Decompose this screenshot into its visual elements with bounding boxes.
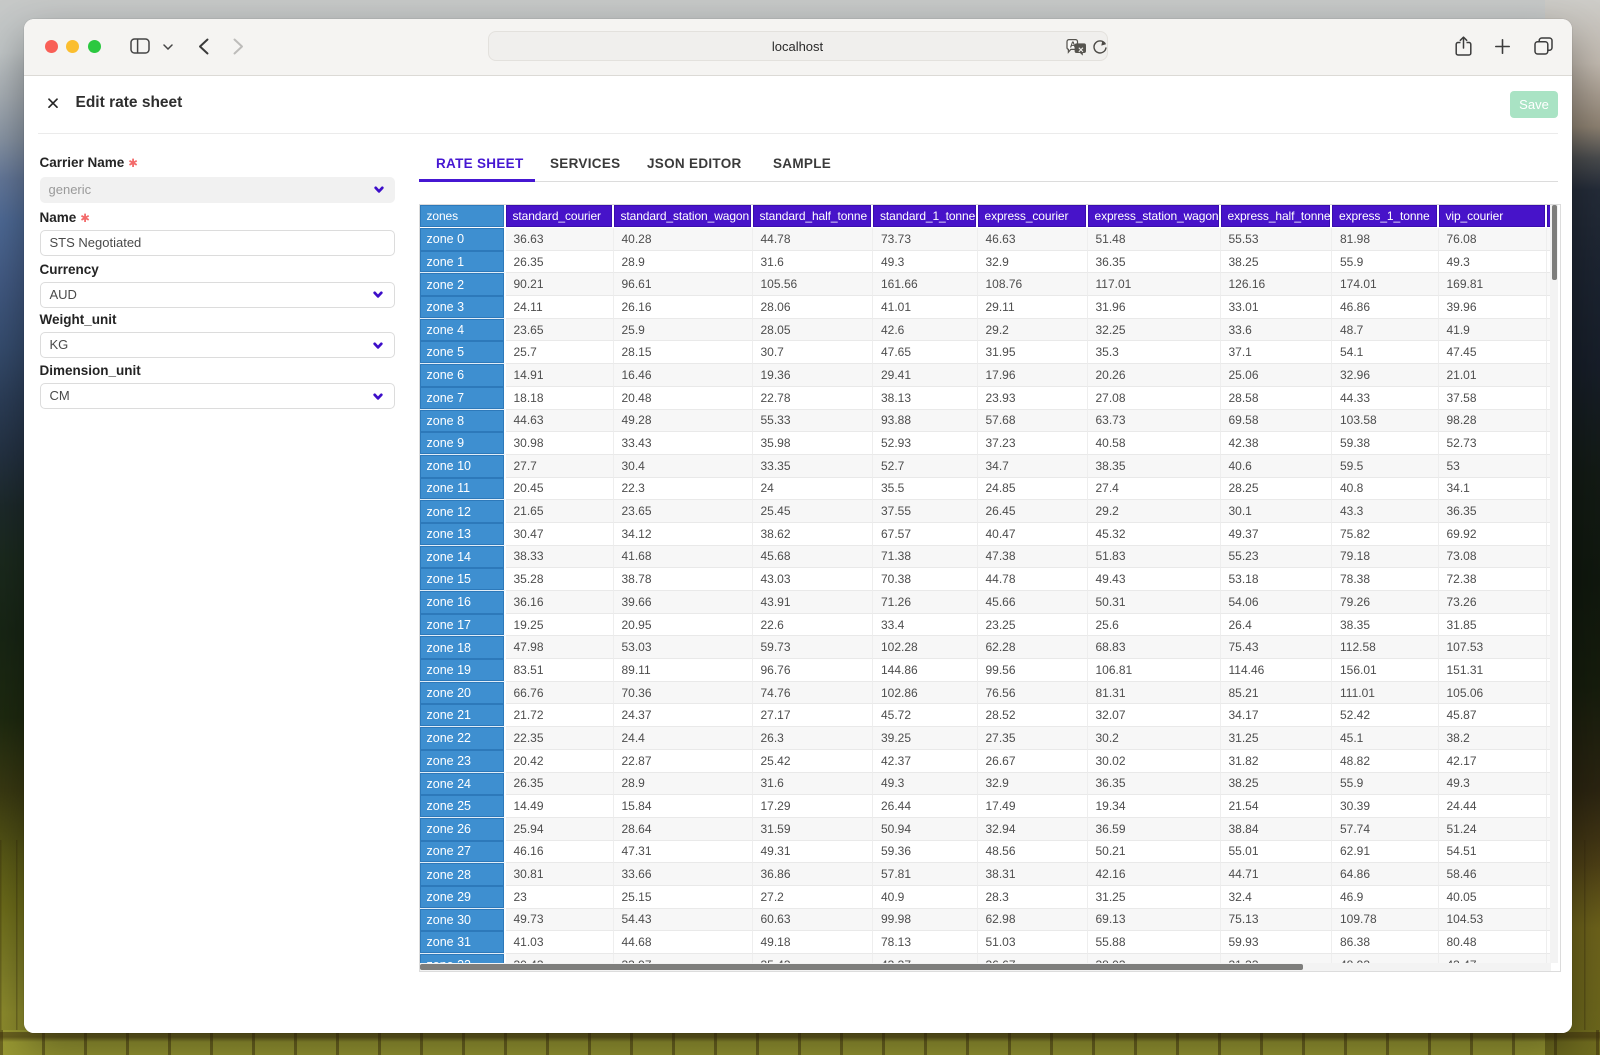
svg-text:✕: ✕ xyxy=(1078,45,1084,54)
